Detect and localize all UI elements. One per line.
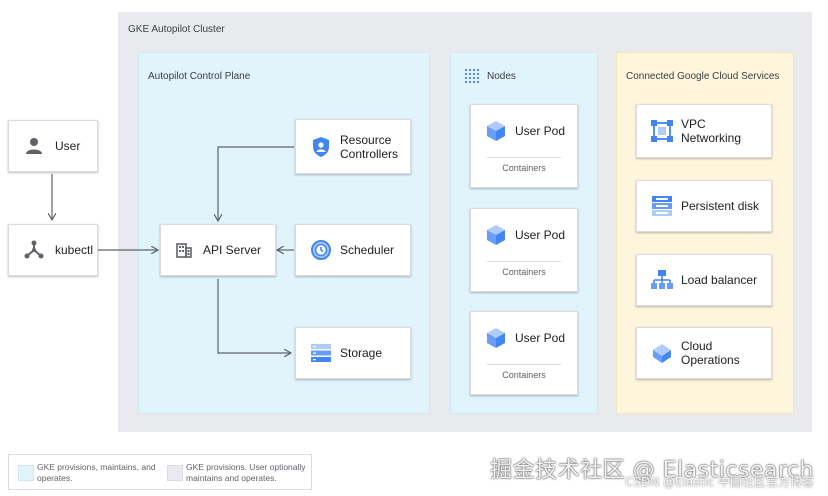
cube-icon: [485, 224, 507, 246]
user-pod-3: User Pod Containers: [470, 311, 578, 395]
load-balancer-box: Load balancer: [636, 254, 772, 306]
person-icon: [23, 135, 45, 157]
persistent-disk-label: Persistent disk: [681, 199, 760, 213]
resource-controllers-box: Resource Controllers: [295, 119, 411, 174]
kubectl-icon: [23, 239, 45, 261]
containers-label: Containers: [502, 163, 546, 173]
pod-divider: [487, 261, 561, 262]
load-balancer-icon: [651, 269, 673, 291]
building-icon: [173, 239, 195, 261]
api-to-storage-arrow: [217, 279, 290, 353]
controllers-to-api-arrow: [218, 146, 294, 220]
pod-label: User Pod: [515, 124, 566, 138]
persistent-disk-box: Persistent disk: [636, 180, 772, 232]
api-server-label: API Server: [203, 243, 262, 257]
connector-lines: [0, 146, 294, 496]
pod-label: User Pod: [515, 228, 566, 242]
vpc-networking-label: VPC Networking: [681, 117, 742, 145]
legend-swatch-gray: [167, 465, 183, 481]
pod-divider: [487, 364, 561, 365]
cube-icon: [485, 327, 507, 349]
legend: GKE provisions, maintains, and operates.…: [8, 454, 312, 490]
storage-box: Storage: [295, 327, 411, 379]
disk-icon: [651, 195, 673, 217]
legend-swatch-blue: [18, 465, 34, 481]
kubectl-box: kubectl: [8, 224, 98, 276]
user-box: User: [8, 120, 98, 172]
user-pod-1: User Pod Containers: [470, 104, 578, 188]
load-balancer-label: Load balancer: [681, 273, 758, 287]
scheduler-label: Scheduler: [340, 243, 395, 257]
cloud-operations-icon: [651, 342, 673, 364]
kubectl-label: kubectl: [55, 243, 94, 257]
vpc-networking-box: VPC Networking: [636, 104, 772, 158]
api-server-box: API Server: [160, 224, 276, 276]
shield-icon: [310, 136, 332, 158]
legend-item-1: GKE provisions, maintains, and operates.: [37, 462, 156, 483]
legend-item-2: GKE provisions. User optionally maintain…: [186, 462, 306, 483]
containers-label: Containers: [502, 370, 546, 380]
cloud-operations-label: Cloud Operations: [681, 339, 740, 367]
cloud-operations-box: Cloud Operations: [636, 327, 772, 379]
storage-label: Storage: [340, 346, 383, 360]
user-label: User: [55, 139, 81, 153]
watermark-csdn: CSDN @Elastic 中国社区官方博客: [624, 475, 814, 489]
user-pod-2: User Pod Containers: [470, 208, 578, 292]
resource-controllers-label: Resource Controllers: [340, 132, 399, 161]
cube-icon: [485, 120, 507, 142]
pod-divider: [487, 157, 561, 158]
storage-icon: [310, 342, 332, 364]
containers-label: Containers: [502, 267, 546, 277]
vpc-icon: [651, 120, 673, 142]
scheduler-box: Scheduler: [295, 224, 411, 276]
clock-icon: [310, 239, 332, 261]
pod-label: User Pod: [515, 331, 566, 345]
